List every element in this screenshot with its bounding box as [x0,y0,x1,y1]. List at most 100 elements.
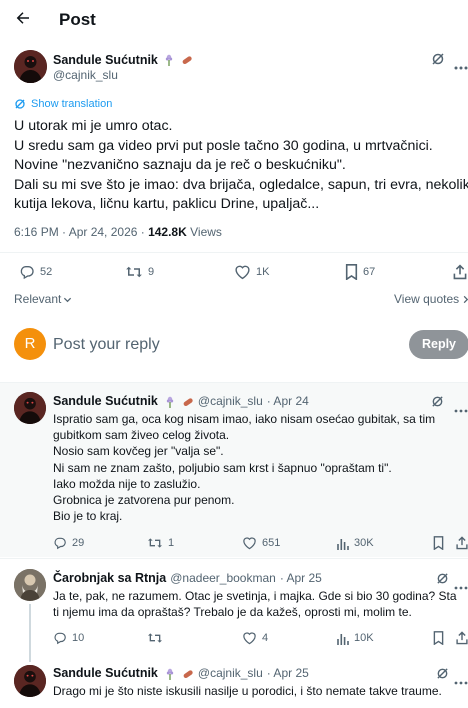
avatar[interactable] [14,392,46,424]
more-icon[interactable] [454,57,468,75]
reply-line: Iako možda nije to zaslužio. [53,476,201,491]
grok-icon[interactable] [431,52,445,71]
repost-button[interactable]: 1 [147,536,174,550]
repost-button[interactable] [147,631,168,645]
post-line: U utorak mi je umro otac. [14,118,173,134]
bookmark-icon [433,631,444,645]
author-name-text[interactable]: Sandule Sućutnik [53,53,158,67]
reply-header: Čarobnjak sa Rtnja @nadeer_bookman · Apr… [53,571,322,586]
repost-button[interactable]: 9 [125,264,154,280]
reply-text: Ispratio sam ga, oca kog nisam imao, iak… [53,411,463,524]
views-count: 10K [354,632,374,644]
view-quotes-link[interactable]: View quotes [394,292,468,306]
flower-icon [166,396,174,408]
analytics-icon [337,633,349,645]
page-title: Post [59,10,96,29]
avatar[interactable] [14,50,47,83]
repost-icon [148,633,162,643]
avatar[interactable] [14,665,46,697]
reply-line: gubitkom sam živeo celog života. [53,428,230,443]
reply-submit-button[interactable]: Reply [409,330,468,359]
share-icon [456,631,468,645]
reply-text: Drago mi je što niste iskusili nasilje u… [53,683,468,699]
reply-header: Sandule Sućutnik @cajnik_slu · Apr 25 [53,666,309,681]
sort-dropdown[interactable]: Relevant [14,292,72,306]
sausage-icon [183,669,193,678]
repost-icon [148,538,162,548]
chevron-down-icon [64,297,72,302]
post-line: kutija lekova, ličnu kartu, paklicu Drin… [14,196,320,212]
reply-author-handle[interactable]: @nadeer_bookman [170,571,276,586]
reply-input[interactable]: Post your reply [53,335,160,355]
heart-icon [235,265,250,280]
reply-date[interactable]: · Apr 25 [280,571,322,586]
top-bar: Post [0,0,468,40]
reply-line: ti njemu ima da opraštaš? Trebalo je da … [53,605,412,620]
repost-icon [126,266,142,278]
reply-icon [54,632,66,645]
reply-author-handle[interactable]: @cajnik_slu [198,666,263,681]
author-name[interactable]: Sandule Sućutnik [53,53,193,68]
reply-count: 29 [72,537,85,549]
reply-author-handle[interactable]: @cajnik_slu [198,394,263,409]
share-button[interactable] [455,631,468,645]
post-timestamp[interactable]: 6:16 PM · Apr 24, 2026 · [14,225,148,239]
reply-author-name[interactable]: Sandule Sućutnik [53,394,158,409]
post-line: Novine "nezvanično saznaju da je reč o b… [14,157,346,173]
like-count: 4 [262,632,269,644]
share-icon [453,264,467,280]
reply-date[interactable]: · Apr 25 [267,666,309,681]
sort-label[interactable]: Relevant [14,292,61,306]
post-meta: 6:16 PM · Apr 24, 2026 · 142.8K Views [14,224,222,240]
like-count: 651 [262,537,281,549]
show-translation-label[interactable]: Show translation [31,97,112,111]
reply-line: Bio je to kraj. [53,509,123,524]
view-quotes-label[interactable]: View quotes [394,292,459,306]
share-icon [456,536,468,550]
reply-icon [20,266,34,280]
reply-author-name[interactable]: Sandule Sućutnik [53,666,158,681]
bookmark-button[interactable] [433,536,444,550]
reply-date[interactable]: · Apr 24 [267,394,309,409]
like-button[interactable]: 651 [242,536,280,550]
sausage-icon [182,56,192,65]
bookmark-button[interactable] [433,631,444,645]
chevron-right-icon [463,295,468,303]
composer-avatar: R [14,328,46,360]
flower-icon [166,54,173,66]
show-translation[interactable]: Show translation [14,97,112,111]
divider [0,558,468,559]
reply-button[interactable]: 10 [53,631,84,645]
like-count: 1K [256,266,270,278]
views-count: 142.8K [148,225,187,239]
bookmark-count: 67 [363,266,376,278]
reply-line: Drago mi je što niste iskusili nasilje u… [53,684,442,698]
reply-author-name[interactable]: Čarobnjak sa Rtnja [53,571,166,586]
reply-text: Ja te, pak, ne razumem. Otac je svetinja… [53,588,468,620]
views-button[interactable]: 10K [337,631,374,645]
reply-count: 52 [40,266,53,278]
bookmark-icon [345,264,358,280]
like-button[interactable]: 1K [234,264,269,280]
views-label: Views [186,225,222,239]
translate-icon [15,99,25,109]
post-text: U utorak mi je umro otac. U sredu sam ga… [14,117,468,215]
author-handle[interactable]: @cajnik_slu [53,68,118,83]
reply-line: Ispratio sam ga, oca kog nisam imao, iak… [53,412,436,426]
share-button[interactable] [455,536,468,550]
divider [0,252,468,253]
reply-button[interactable]: 52 [19,264,52,280]
views-button[interactable]: 30K [337,536,374,550]
share-button[interactable] [452,264,468,280]
post-line: U sredu sam ga video prvi put posle tačn… [14,137,433,154]
views-count: 30K [354,537,374,549]
repost-count: 9 [148,266,155,278]
reply-line: Nosio sam kovčeg jer "valja se". [53,444,224,459]
reply-line: Ja te, pak, ne razumem. Otac je svetinja… [53,589,457,603]
bookmark-button[interactable]: 67 [345,264,375,280]
reply-button[interactable]: 29 [53,536,84,550]
reply-line: Grobnica je zatvorena pur penom. [53,492,235,507]
arrow-left-icon[interactable] [14,9,32,31]
avatar[interactable] [14,569,46,601]
like-button[interactable]: 4 [242,631,268,645]
